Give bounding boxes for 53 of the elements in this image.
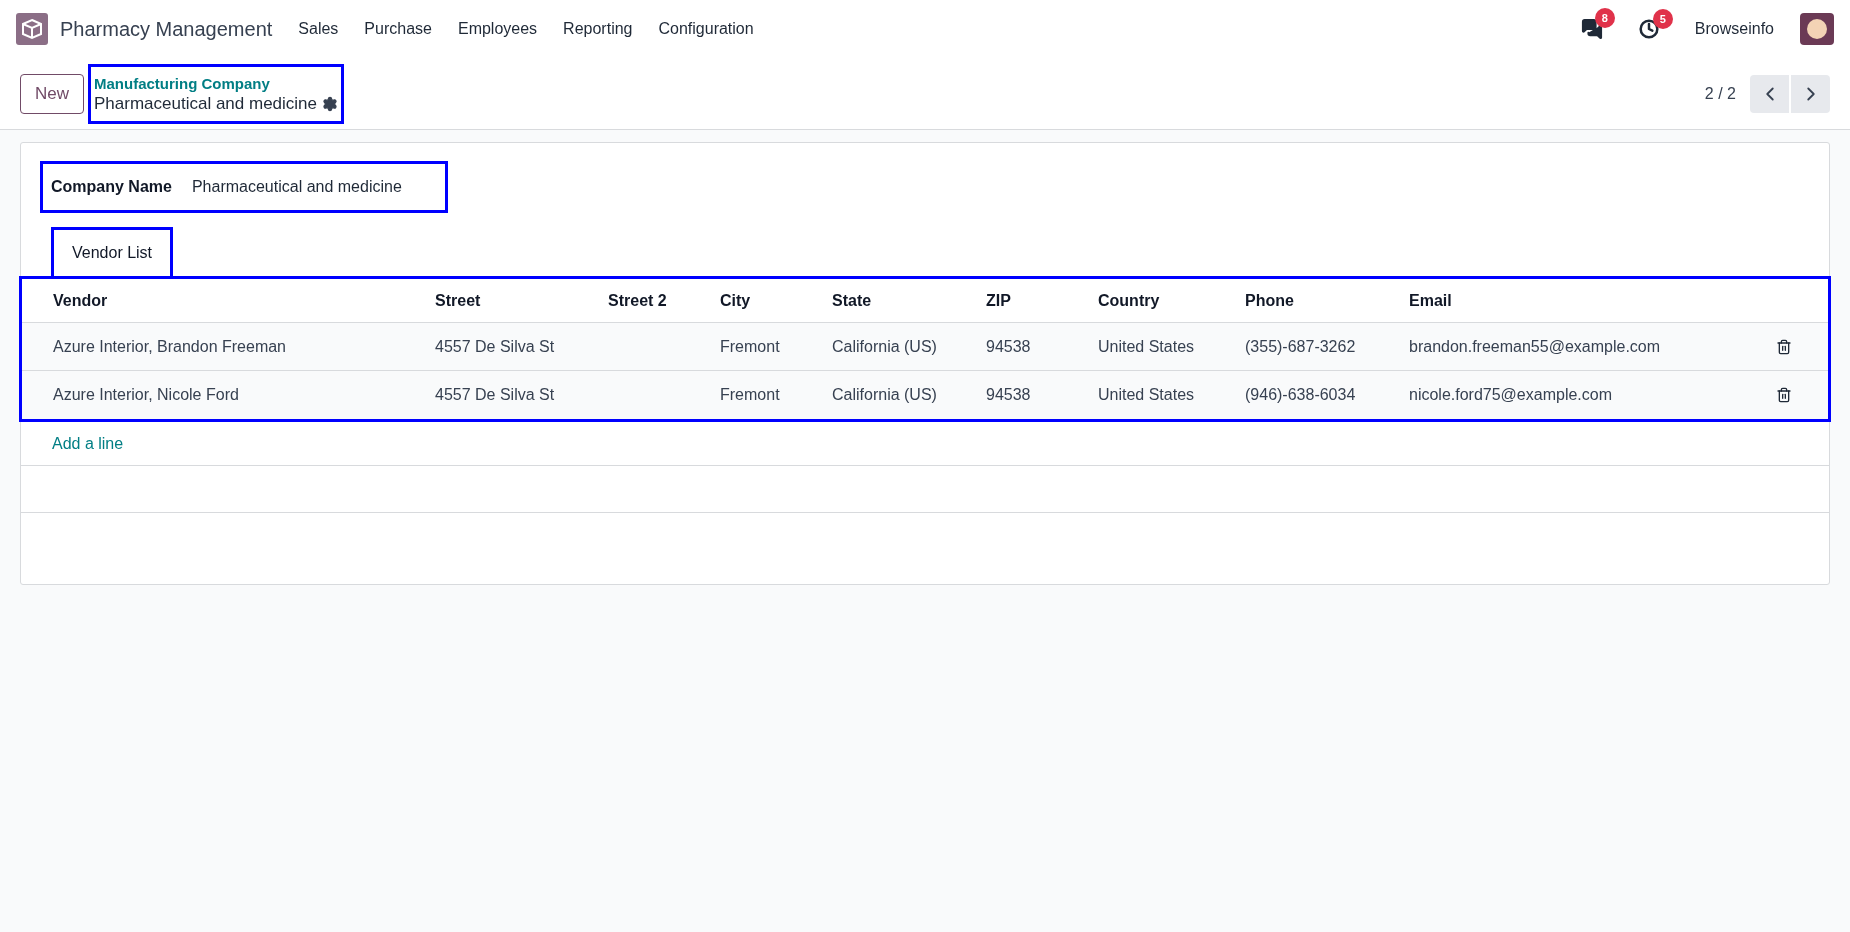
delete-icon[interactable] [1776, 387, 1792, 403]
delete-icon[interactable] [1776, 338, 1792, 355]
pager-value: 2 / 2 [1704, 83, 1736, 104]
column-header[interactable]: State [832, 288, 986, 313]
clock-icon[interactable] [1638, 19, 1659, 39]
column-header[interactable]: Vendor [53, 288, 435, 313]
company-name-field[interactable]: Pharmaceutical and medicine [191, 175, 402, 199]
new-button[interactable]: New [20, 73, 84, 114]
table-cell-text: (946)-638-6034 [1245, 385, 1357, 405]
table-cell-text: Fremont [720, 385, 781, 405]
field-label: Company Name [51, 177, 172, 197]
table-cell-text: United States [1098, 385, 1196, 405]
table-cell-text: Azure Interior, Brandon Freeman [53, 336, 287, 357]
menu-item[interactable]: Configuration [658, 17, 754, 41]
column-header[interactable]: Street [435, 288, 608, 313]
table-cell-text: California (US) [832, 385, 938, 405]
breadcrumb-link[interactable]: Manufacturing Company [94, 73, 339, 94]
add-line-link[interactable]: Add a line [52, 431, 124, 456]
next-button[interactable] [1791, 74, 1830, 113]
app-title[interactable]: Pharmacy Management [60, 14, 273, 44]
tab[interactable]: Vendor List [51, 227, 174, 276]
column-header[interactable]: Country [1098, 288, 1245, 313]
table-cell-text: 4557 De Silva St [435, 336, 556, 357]
avatar-icon[interactable] [1800, 13, 1834, 45]
column-header[interactable]: City [720, 288, 832, 313]
menu-item[interactable]: Reporting [563, 17, 633, 41]
table-cell-text: brandon.freeman55@example.com [1409, 336, 1662, 357]
previous-button[interactable] [1750, 74, 1789, 113]
column-header[interactable]: Email [1409, 288, 1768, 313]
record-title: Pharmaceutical and medicine [94, 93, 318, 114]
menu-item[interactable]: Employees [457, 17, 538, 41]
menu-item[interactable]: Sales [298, 17, 339, 41]
column-header[interactable]: Phone [1245, 288, 1409, 313]
menu-item[interactable]: Purchase [364, 17, 432, 41]
table-row[interactable]: Azure Interior, Brandon Freeman 4557 De Silva St Fremont California (US) 94538 United States (355)-687-3262 brandon.freeman55@example.com [22, 323, 1828, 371]
count-badge: 8 [1594, 8, 1615, 28]
chat-icon[interactable] [1580, 18, 1603, 40]
table-cell-text: California (US) [832, 336, 938, 357]
table-cell-text: United States [1098, 336, 1196, 357]
table-cell-text: 94538 [986, 336, 1032, 357]
table-cell-text: 4557 De Silva St [435, 385, 556, 405]
column-header[interactable]: Street 2 [608, 288, 720, 313]
user-name[interactable]: Browseinfo [1694, 17, 1774, 41]
cube-logo-icon[interactable] [16, 13, 48, 45]
table-cell-text: (355)-687-3262 [1245, 336, 1357, 357]
count-badge: 5 [1652, 9, 1673, 29]
table-cell-text: Azure Interior, Nicole Ford [53, 385, 240, 405]
table-row[interactable]: Azure Interior, Nicole Ford 4557 De Silva St Fremont California (US) 94538 United States (946)-638-6034 nicole.ford75@example.com [22, 371, 1828, 419]
settings-icon[interactable] [322, 95, 339, 112]
column-header[interactable]: ZIP [986, 288, 1098, 313]
table-cell-text: nicole.ford75@example.com [1409, 385, 1613, 405]
table-cell-text: Fremont [720, 336, 781, 357]
table-cell-text: 94538 [986, 385, 1032, 405]
